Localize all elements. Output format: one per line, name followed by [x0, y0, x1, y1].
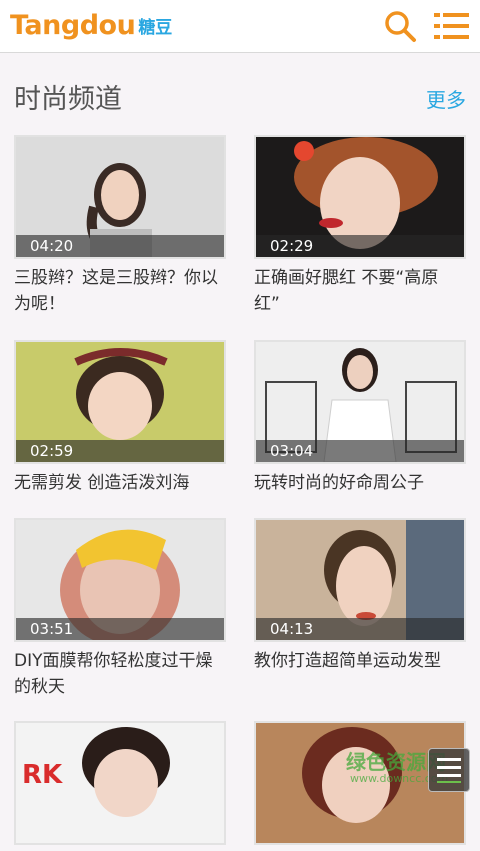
- video-thumbnail[interactable]: 03:04: [254, 340, 466, 464]
- video-card[interactable]: 02:29 正确画好腮红 不要“高原红”: [254, 135, 466, 317]
- video-card[interactable]: RK: [14, 721, 226, 851]
- video-thumbnail[interactable]: 03:51: [14, 518, 226, 642]
- logo-chinese: 糖豆: [138, 18, 173, 38]
- logo-wordmark: Tangdou: [10, 10, 136, 41]
- site-watermark: 绿色资源网 www.downcc.com: [342, 742, 474, 796]
- video-title[interactable]: 教你打造超简单运动发型: [254, 648, 464, 674]
- thumbnail-image: RK: [16, 723, 224, 843]
- video-duration: 04:13: [270, 620, 314, 638]
- video-title[interactable]: 正确画好腮红 不要“高原红”: [254, 265, 464, 317]
- svg-text:RK: RK: [22, 760, 63, 790]
- menu-icon: [434, 13, 469, 39]
- video-card[interactable]: 03:51 DIY面膜帮你轻松度过干燥的秋天: [14, 518, 226, 700]
- video-duration: 02:59: [30, 442, 74, 460]
- watermark-badge: [428, 748, 470, 792]
- video-card[interactable]: 04:20 三股辫？这是三股辫？你以为呢！: [14, 135, 226, 317]
- video-thumbnail[interactable]: 04:13: [254, 518, 466, 642]
- video-title[interactable]: DIY面膜帮你轻松度过干燥的秋天: [14, 648, 224, 700]
- video-duration: 02:29: [270, 237, 314, 255]
- section-title: 时尚频道: [14, 84, 122, 115]
- video-thumbnail[interactable]: 02:29: [254, 135, 466, 259]
- video-card[interactable]: 02:59 无需剪发 创造活泼刘海: [14, 340, 226, 496]
- top-app-bar: Tangdou 糖豆: [0, 0, 480, 53]
- menu-button[interactable]: [432, 6, 472, 46]
- app-logo[interactable]: Tangdou 糖豆: [10, 12, 172, 40]
- video-thumbnail[interactable]: RK: [14, 721, 226, 845]
- video-duration: 03:04: [270, 442, 314, 460]
- video-title[interactable]: 玩转时尚的好命周公子: [254, 470, 464, 496]
- video-card[interactable]: 03:04 玩转时尚的好命周公子: [254, 340, 466, 496]
- search-button[interactable]: [380, 6, 420, 46]
- search-icon: [385, 11, 416, 42]
- more-link[interactable]: 更多: [426, 86, 466, 114]
- video-duration: 04:20: [30, 237, 74, 255]
- video-title[interactable]: 无需剪发 创造活泼刘海: [14, 470, 224, 496]
- video-thumbnail[interactable]: 04:20: [14, 135, 226, 259]
- video-card[interactable]: 04:13 教你打造超简单运动发型: [254, 518, 466, 674]
- video-thumbnail[interactable]: 02:59: [14, 340, 226, 464]
- section-header: 时尚频道 更多: [0, 78, 480, 122]
- book-icon: [437, 758, 461, 783]
- video-title[interactable]: 三股辫？这是三股辫？你以为呢！: [14, 265, 224, 317]
- video-duration: 03:51: [30, 620, 74, 638]
